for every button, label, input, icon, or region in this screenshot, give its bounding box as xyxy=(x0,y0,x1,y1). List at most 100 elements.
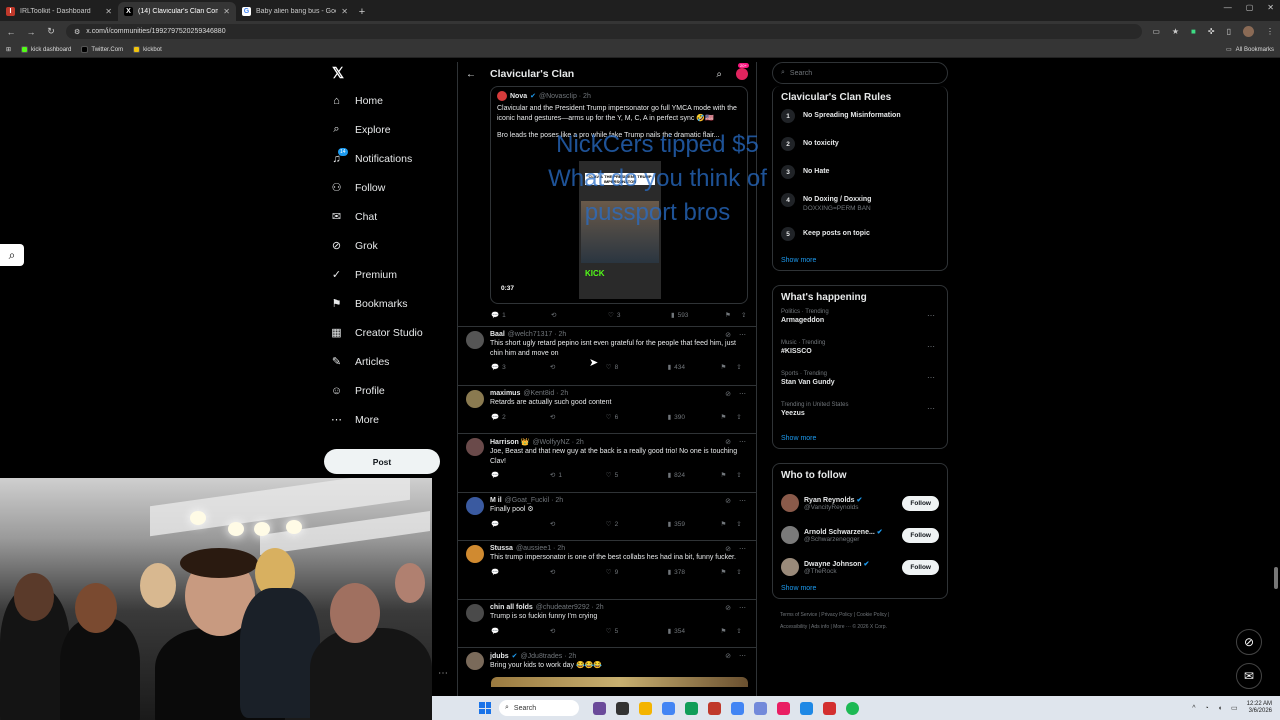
forward-icon[interactable]: → xyxy=(26,27,36,37)
reply-button[interactable]: 💬 1 xyxy=(491,311,551,320)
like-button[interactable]: ♡ 9 xyxy=(606,568,668,577)
more-icon[interactable]: ⋯ xyxy=(927,373,935,382)
footer-line-2[interactable]: Accessibility | Ads info | More ··· © 20… xyxy=(780,621,948,633)
author-name[interactable]: maximus xyxy=(490,390,520,397)
bookmark-item[interactable]: Twitter.Com xyxy=(81,46,123,53)
share-icon[interactable]: ⇪ xyxy=(741,311,753,319)
nav-item-profile[interactable]: ☺ Profile xyxy=(320,376,455,405)
author-name[interactable]: Harrison 👑 xyxy=(490,438,529,446)
share-button[interactable]: ⇪ xyxy=(736,520,748,528)
who-show-more[interactable]: Show more xyxy=(781,585,939,592)
avatar[interactable] xyxy=(466,652,484,670)
new-tab-button[interactable]: + xyxy=(354,2,370,21)
clock[interactable]: 12:22 AM 3/6/2026 xyxy=(1247,701,1272,715)
share-button[interactable]: ⇪ xyxy=(736,413,748,421)
more-icon[interactable]: ⋯ xyxy=(739,438,746,446)
avatar[interactable] xyxy=(466,331,484,349)
url-input[interactable]: ⚙ x.com/i/communities/199279752025934688… xyxy=(66,24,1143,39)
app-icon[interactable] xyxy=(777,701,790,715)
scrollbar-thumb[interactable] xyxy=(1274,567,1278,589)
battery-icon[interactable]: ▭ xyxy=(1231,704,1238,712)
cast-icon[interactable]: ▭ xyxy=(1152,27,1160,36)
chrome-icon[interactable] xyxy=(662,701,675,715)
back-icon[interactable]: ← xyxy=(6,27,16,37)
share-button[interactable]: ⇪ xyxy=(736,363,748,371)
browser-tab[interactable]: G Baby alien bang bus - Google S ✕ xyxy=(236,2,354,21)
nav-item-bookmarks[interactable]: ⚑ Bookmarks xyxy=(320,289,455,318)
x-logo[interactable]: 𝕏 xyxy=(332,62,455,86)
grok-icon[interactable]: ⊘ xyxy=(725,545,731,553)
app-icon[interactable] xyxy=(685,701,698,715)
taskbar-search[interactable]: ⌕ Search xyxy=(499,700,579,716)
nav-item-articles[interactable]: ✎ Articles xyxy=(320,347,455,376)
reply-button[interactable]: 💬 xyxy=(491,568,550,576)
follow-button[interactable]: Follow xyxy=(902,527,939,543)
avatar[interactable] xyxy=(466,390,484,408)
account-name[interactable]: Dwayne Johnson xyxy=(804,561,862,568)
more-icon[interactable]: ⋯ xyxy=(739,390,746,398)
profile-avatar[interactable] xyxy=(1243,26,1254,37)
repost-button[interactable]: ⟲ xyxy=(550,568,606,576)
views-button[interactable]: ▮ 824 xyxy=(668,471,721,480)
trends-show-more[interactable]: Show more xyxy=(781,435,939,442)
avatar[interactable] xyxy=(466,497,484,515)
more-icon[interactable]: ⋯ xyxy=(927,404,935,413)
like-button[interactable]: ♡ 5 xyxy=(606,627,668,636)
like-button[interactable]: ♡ 5 xyxy=(606,471,668,480)
author-name[interactable]: Nova xyxy=(510,93,527,100)
post[interactable]: jdubs ✔ @Jdu8trades · 2h Bring your kids to… xyxy=(458,647,756,695)
search-icon[interactable]: ⌕ xyxy=(716,69,722,80)
grok-icon[interactable]: ⊘ xyxy=(725,390,731,398)
views-button[interactable]: ▮ 390 xyxy=(668,413,721,422)
avatar[interactable] xyxy=(781,494,799,512)
nav-item-creator-studio[interactable]: ▦ Creator Studio xyxy=(320,318,455,347)
footer-line-1[interactable]: Terms of Service | Privacy Policy | Cook… xyxy=(780,609,948,621)
reload-icon[interactable]: ↻ xyxy=(46,26,56,37)
rule-item[interactable]: 1 No Spreading Misinformation xyxy=(781,109,939,137)
chevron-up-icon[interactable]: ^ xyxy=(1192,705,1195,712)
start-icon[interactable] xyxy=(479,702,491,714)
bookmark-item[interactable]: kick dashboard xyxy=(21,46,71,53)
bookmark-star-icon[interactable]: ★ xyxy=(1172,27,1179,36)
menu-icon[interactable]: ⋮ xyxy=(1266,27,1274,36)
bookmark-button[interactable]: ⚑ xyxy=(721,471,737,479)
bookmark-button[interactable]: ⚑ xyxy=(721,568,737,576)
grok-icon[interactable]: ⊘ xyxy=(725,652,731,660)
account-name[interactable]: Ryan Reynolds xyxy=(804,497,855,504)
spotify-icon[interactable] xyxy=(846,701,859,715)
trend-item[interactable]: Music · Trending #KISSCO ⋯ xyxy=(781,340,939,371)
app-icon[interactable] xyxy=(800,701,813,715)
account-name[interactable]: Arnold Schwarzene... xyxy=(804,529,875,536)
share-button[interactable]: ⇪ xyxy=(736,627,748,635)
avatar[interactable] xyxy=(466,438,484,456)
apps-grid-icon[interactable]: ⊞ xyxy=(6,46,11,53)
back-arrow-icon[interactable]: ← xyxy=(466,69,476,80)
bookmark-button[interactable]: ⚑ xyxy=(721,363,737,371)
nav-item-notifications[interactable]: ♫ 14 Notifications xyxy=(320,144,455,173)
all-bookmarks[interactable]: ▭ All Bookmarks xyxy=(1226,46,1274,54)
obs-icon[interactable] xyxy=(823,701,836,715)
grok-icon[interactable]: ⊘ xyxy=(725,604,731,612)
repost-button[interactable]: ⟲ xyxy=(550,413,606,421)
app-icon[interactable] xyxy=(616,701,629,715)
nav-item-more[interactable]: ⋯ More xyxy=(320,405,455,434)
grok-icon[interactable]: ⊘ xyxy=(725,438,731,446)
views-button[interactable]: ▮ 378 xyxy=(668,568,721,577)
who-to-follow-item[interactable]: Dwayne Johnson ✔ @TheRock Follow xyxy=(781,551,939,583)
post[interactable]: maximus @Kent8id · 2h Retards are actually… xyxy=(458,385,756,433)
reply-button[interactable]: 💬 xyxy=(491,471,550,479)
video-thumbnail[interactable]: CLAV & THE PRESIDENT TRUMP IMPERSONATOR … xyxy=(579,161,661,299)
like-button[interactable]: ♡ 8 xyxy=(606,363,668,372)
folder-icon[interactable] xyxy=(639,701,652,715)
messages-float-icon[interactable]: ✉ xyxy=(1236,663,1262,689)
reply-button[interactable]: 💬 xyxy=(491,520,550,528)
author-name[interactable]: Baal xyxy=(490,331,505,338)
avatar[interactable] xyxy=(497,91,507,101)
rule-item[interactable]: 4 No Doxing / Doxxing DOXXING=PERM BAN xyxy=(781,193,939,227)
repost-button[interactable]: ⟲ xyxy=(550,520,606,528)
grok-icon[interactable]: ⊘ xyxy=(725,331,731,339)
follow-button[interactable]: Follow xyxy=(902,495,939,511)
avatar[interactable] xyxy=(466,604,484,622)
maximize-icon[interactable]: ▢ xyxy=(1246,3,1254,12)
page-scrollbar[interactable] xyxy=(1273,62,1279,696)
